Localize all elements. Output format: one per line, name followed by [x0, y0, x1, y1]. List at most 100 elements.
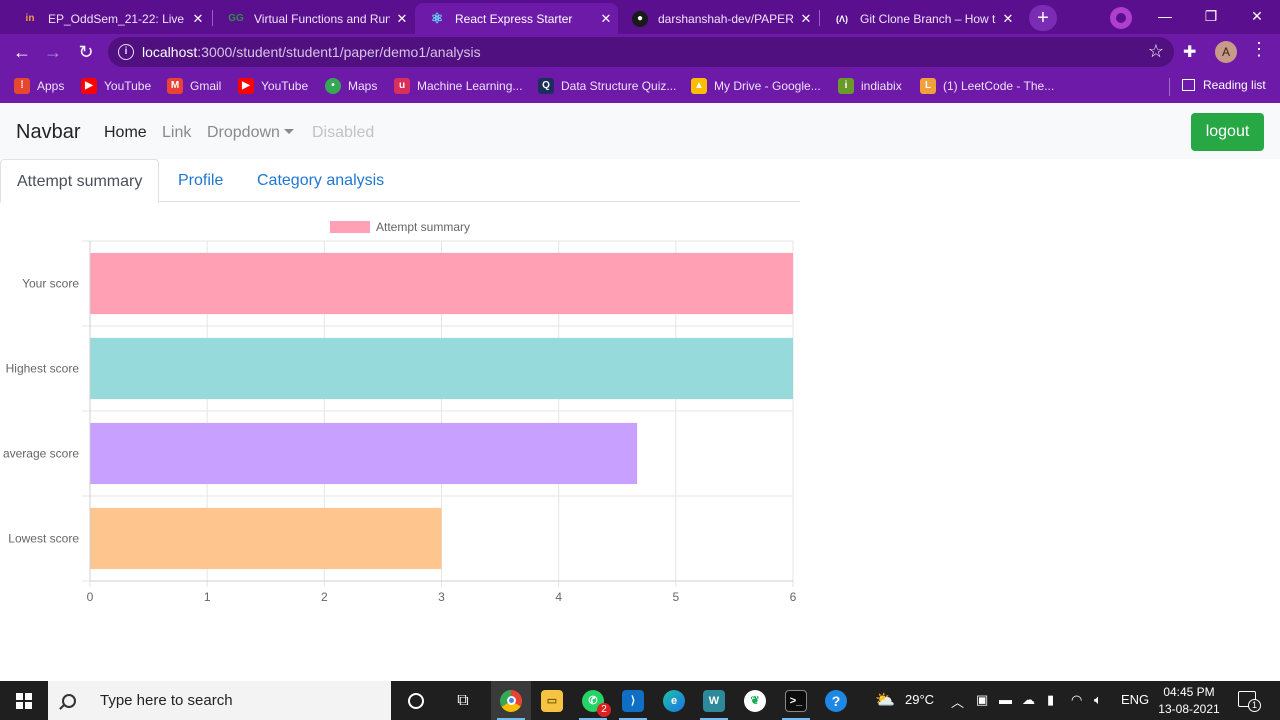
volume-icon[interactable]: 🔈︎ [1094, 692, 1102, 708]
bookmarks-bar: ⁞ Apps ▶ YouTube M Gmail ▶ YouTube • Maps u Ma… [0, 70, 1280, 103]
wifi-icon[interactable]: ◠ [1071, 692, 1082, 708]
browser-tab-strip: in EP_OddSem_21-22: Live a ✕ GG Virtual … [0, 0, 1280, 34]
tab-category-analysis[interactable]: Category analysis [241, 159, 400, 202]
browser-tab-3[interactable]: ⚛ React Express Starter ✕ [415, 3, 618, 34]
attempt-summary-chart: Attempt summary Your score Highest score av… [3, 220, 797, 604]
bookmark-gmail[interactable]: M Gmail [167, 78, 221, 94]
browser-tab-4[interactable]: ● darshanshah-dev/PAPER ✕ [618, 3, 818, 34]
tab-profile[interactable]: Profile [162, 159, 239, 202]
avatar[interactable]: A [1215, 41, 1237, 63]
youtube-icon: ▶ [81, 78, 97, 94]
battery-icon[interactable]: ▬ [999, 692, 1012, 707]
bookmark-maps[interactable]: • Maps [325, 78, 377, 94]
react-icon: ⚛ [430, 10, 444, 26]
bar [90, 422, 638, 485]
close-tab-icon[interactable]: ✕ [794, 11, 818, 27]
browser-tab-title: darshanshah-dev/PAPER [658, 11, 794, 26]
browser-tab-5[interactable]: (Λ) Git Clone Branch – How to ✕ [820, 3, 1020, 34]
quiz-icon: Q [538, 78, 554, 94]
browser-tab-1[interactable]: in EP_OddSem_21-22: Live a ✕ [8, 3, 210, 34]
reload-icon[interactable]: ↻ [73, 40, 99, 64]
task-view-icon[interactable]: ⧉ [443, 681, 483, 720]
reading-list-button[interactable]: Reading list [1182, 78, 1266, 92]
indiabix-icon: i [838, 78, 854, 94]
cortana-icon[interactable] [396, 681, 436, 720]
taskbar: Type here to search ⧉ ▭ ✆ 2 ⟩ e W ❦ >_ ? … [0, 681, 1280, 720]
navbar-brand[interactable]: Navbar [16, 121, 80, 144]
file-explorer-icon[interactable]: ▭ [532, 681, 572, 720]
address-bar[interactable]: i localhost:3000/student/student1/paper/… [108, 37, 1174, 67]
close-tab-icon[interactable]: ✕ [390, 11, 414, 27]
meet-now-icon[interactable]: ▣ [976, 692, 988, 708]
apps-grid-icon: ⁞ [14, 78, 30, 94]
mongodb-icon[interactable]: ❦ [735, 681, 775, 720]
bookmark-star-icon[interactable]: ☆ [1148, 41, 1164, 62]
back-arrow-icon[interactable]: ← [9, 40, 35, 64]
bookmark-google-drive[interactable]: ▲ My Drive - Google... [691, 78, 821, 94]
show-hidden-icons-icon[interactable]: ︿ [951, 692, 964, 711]
close-tab-icon[interactable]: ✕ [996, 11, 1020, 27]
bar [90, 252, 793, 315]
whatsapp-icon[interactable]: ✆ 2 [573, 681, 613, 720]
close-tab-icon[interactable]: ✕ [594, 11, 618, 27]
bookmark-indiabix[interactable]: i indiabix [838, 78, 902, 94]
tab-divider [212, 10, 213, 26]
notification-center-icon[interactable]: 1 [1238, 691, 1261, 712]
onedrive-cloud-icon[interactable]: ☁ [1022, 692, 1035, 708]
restore-icon[interactable]: ❐ [1188, 0, 1234, 34]
x-tick-label: 3 [438, 590, 445, 604]
taskbar-search[interactable]: Type here to search [48, 681, 391, 720]
browser-toolbar: ← → ↻ i localhost:3000/student/student1/… [0, 34, 1280, 70]
browser-tab-title: React Express Starter [455, 11, 573, 26]
browser-tab-title: Virtual Functions and Run [254, 11, 390, 26]
edge-icon[interactable]: e [654, 681, 694, 720]
site-info-icon[interactable]: i [118, 44, 134, 60]
help-icon[interactable]: ? [816, 681, 856, 720]
extensions-puzzle-icon[interactable]: ✚ [1183, 42, 1196, 62]
vscode-icon[interactable]: ⟩ [613, 681, 653, 720]
minimize-icon[interactable]: — [1142, 0, 1188, 34]
logout-button[interactable]: logout [1191, 113, 1264, 151]
temperature[interactable]: 29°C [905, 692, 934, 707]
bookmark-apps[interactable]: ⁞ Apps [14, 78, 64, 94]
maps-pin-icon: • [325, 78, 341, 94]
legend-swatch [330, 221, 370, 233]
nav-link-link[interactable]: Link [162, 124, 191, 142]
x-tick-label: 5 [672, 590, 679, 604]
x-tick-label: 4 [555, 590, 562, 604]
y-tick-label: Lowest score [8, 532, 79, 546]
start-button[interactable] [0, 681, 48, 720]
close-window-icon[interactable]: ✕ [1234, 0, 1280, 34]
terminal-icon[interactable]: >_ [776, 681, 816, 720]
bookmark-ds-quiz[interactable]: Q Data Structure Quiz... [538, 78, 676, 94]
webex-icon[interactable]: W [694, 681, 734, 720]
nav-dropdown[interactable]: Dropdown [207, 124, 294, 142]
legend-label: Attempt summary [376, 220, 470, 234]
freecodecamp-icon: (Λ) [836, 13, 848, 24]
web-page: Navbar Home Link Dropdown Disabled logou… [0, 103, 1280, 681]
usb-device-icon[interactable]: ▮ [1047, 692, 1054, 708]
close-tab-icon[interactable]: ✕ [186, 11, 210, 27]
browser-tab-2[interactable]: GG Virtual Functions and Run ✕ [214, 3, 414, 34]
x-tick-label: 2 [321, 590, 328, 604]
browser-tab-title: EP_OddSem_21-22: Live a [48, 11, 186, 26]
nav-home-link[interactable]: Home [104, 124, 147, 142]
bookmark-youtube-2[interactable]: ▶ YouTube [238, 78, 308, 94]
reading-list-icon [1182, 79, 1195, 91]
bar [90, 337, 793, 400]
bookmark-machine-learning[interactable]: u Machine Learning... [394, 78, 522, 94]
bookmark-youtube[interactable]: ▶ YouTube [81, 78, 151, 94]
x-tick-label: 6 [790, 590, 797, 604]
forward-arrow-icon[interactable]: → [40, 40, 66, 64]
leetcode-icon: L [920, 78, 936, 94]
chrome-app-icon[interactable] [491, 681, 531, 720]
new-tab-button[interactable]: + [1029, 5, 1057, 31]
weather-cloud-icon[interactable]: ⛅ [875, 690, 895, 710]
tab-search-icon[interactable] [1110, 7, 1132, 29]
tab-attempt-summary[interactable]: Attempt summary [0, 159, 160, 203]
bookmark-leetcode[interactable]: L (1) LeetCode - The... [920, 78, 1054, 94]
clock[interactable]: 04:45 PM 13-08-2021 [1150, 684, 1228, 718]
github-icon: ● [632, 10, 648, 27]
language-indicator[interactable]: ENG [1121, 692, 1149, 707]
more-menu-icon[interactable]: ⋮ [1250, 39, 1268, 60]
